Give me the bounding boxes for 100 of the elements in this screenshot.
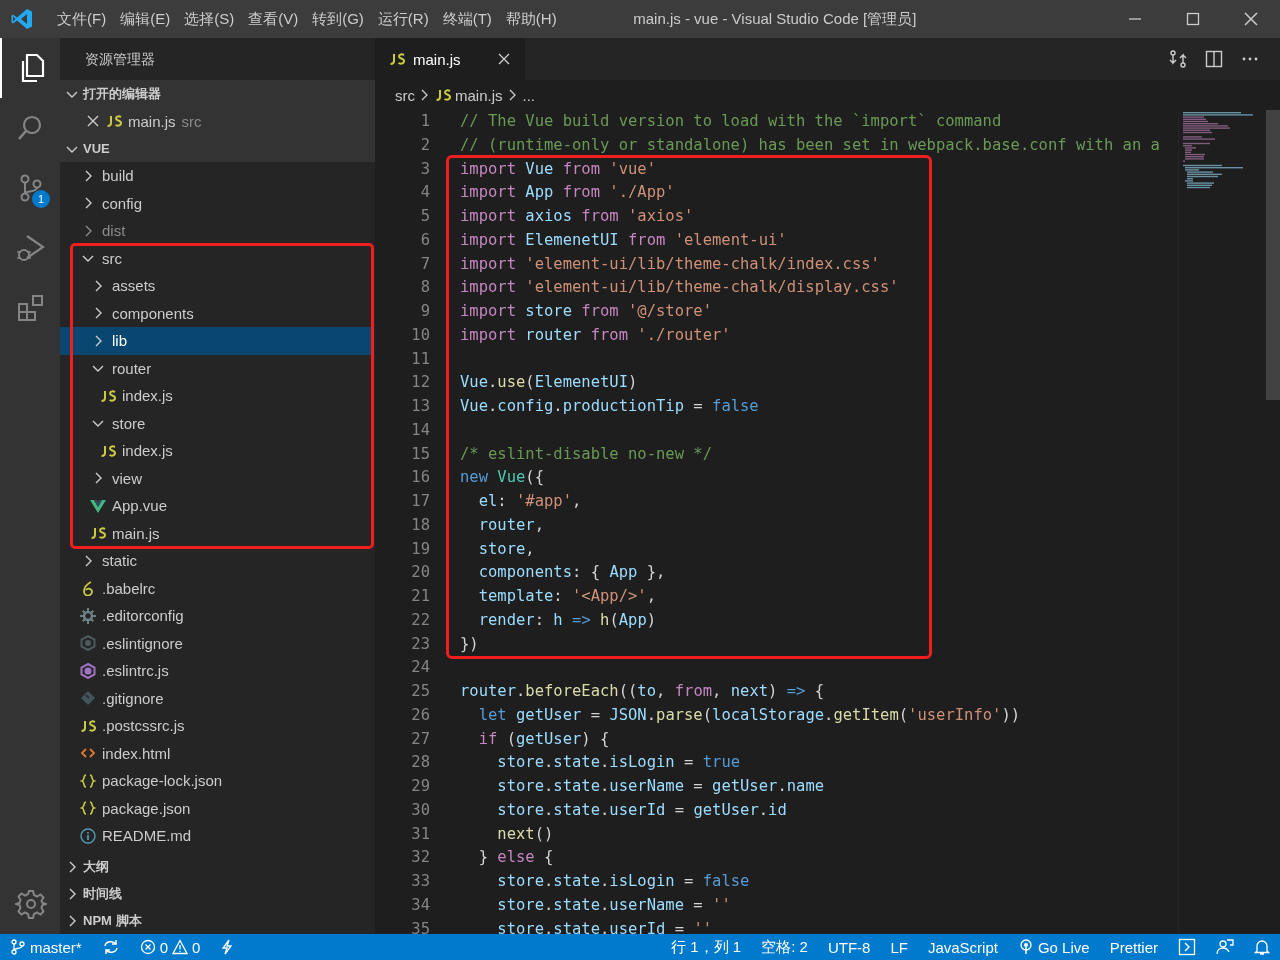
file-item[interactable]: .babelrc — [60, 574, 375, 602]
app-logo-icon — [10, 7, 34, 31]
line-number: 10 — [410, 324, 430, 346]
folder-item[interactable]: view — [60, 464, 372, 492]
code-line: Vue.config.productionTip = false — [460, 396, 759, 417]
line-number: 9 — [419, 301, 430, 322]
section-header[interactable]: 打开的编辑器 — [60, 80, 375, 107]
folder-item[interactable]: router — [60, 354, 372, 382]
editor-tab[interactable]: main.js — [375, 38, 525, 80]
file-item[interactable]: package-lock.json — [60, 767, 375, 795]
code-line: import App from './App' — [460, 182, 675, 204]
compare-changes-icon[interactable] — [1168, 49, 1188, 69]
activity-button[interactable]: 1 — [0, 158, 60, 218]
file-item[interactable]: main.js — [60, 519, 372, 547]
menu-item[interactable]: 转到(G) — [305, 9, 371, 29]
close-icon[interactable] — [1241, 10, 1261, 28]
go-live-button[interactable]: Go Live — [1017, 938, 1090, 956]
folder-item[interactable]: store — [60, 409, 372, 437]
encoding[interactable]: UTF-8 — [827, 938, 871, 956]
code-line: // (runtime-only or standalone) has been set in webpack.base.conf with an a — [460, 134, 1160, 156]
code-line: store.state.isLogin = true — [496, 752, 741, 774]
section-header[interactable]: 大纲 — [60, 853, 375, 880]
file-item[interactable]: .eslintrc.js — [60, 657, 375, 685]
line-number: 25 — [410, 681, 430, 702]
line-ending[interactable]: LF — [890, 938, 908, 956]
line-number: 17 — [410, 491, 430, 512]
js-file-icon — [80, 717, 96, 734]
indentation[interactable]: 空格: 2 — [761, 937, 808, 957]
scrollbar-thumb[interactable] — [1266, 110, 1280, 400]
folder-item[interactable]: assets — [60, 272, 372, 300]
file-item[interactable]: App.vue — [60, 492, 372, 520]
code-line: render: h => h(App) — [477, 609, 657, 631]
sync-icon[interactable] — [101, 939, 120, 955]
folder-item[interactable]: static — [60, 547, 375, 575]
code-line: import router from './router' — [460, 324, 731, 346]
section-header[interactable]: NPM 脚本 — [60, 907, 375, 934]
section-header[interactable]: 时间线 — [60, 880, 375, 907]
notifications-icon[interactable] — [1254, 938, 1270, 956]
breadcrumb-item[interactable]: main.js — [455, 86, 503, 104]
file-item[interactable]: index.js — [60, 437, 372, 465]
file-item[interactable]: .eslintignore — [60, 629, 375, 657]
folder-item[interactable]: dist — [60, 217, 375, 245]
menu-item[interactable]: 终端(T) — [435, 9, 499, 29]
code-line: store.state.userName = getUser.name — [496, 776, 825, 797]
terminal-icon[interactable] — [1178, 938, 1196, 956]
file-item[interactable]: .editorconfig — [60, 602, 375, 630]
sidebar-title: 资源管理器 — [84, 50, 156, 69]
folder-item[interactable]: build — [60, 162, 375, 190]
file-item[interactable]: README.md — [60, 822, 375, 850]
file-item[interactable]: .gitignore — [60, 684, 375, 712]
menu-item[interactable]: 查看(V) — [241, 9, 306, 29]
info-icon — [80, 827, 96, 844]
warning-icon — [172, 939, 189, 955]
split-editor-icon[interactable] — [1204, 49, 1224, 69]
problems-indicator[interactable]: 0 0 — [139, 938, 201, 956]
branch-indicator[interactable]: master* — [10, 938, 82, 956]
line-number: 35 — [410, 918, 430, 934]
feedback-icon[interactable] — [1216, 938, 1234, 956]
open-editor-item[interactable]: main.js src — [60, 107, 375, 135]
code-line: store.state.isLogin = false — [496, 871, 750, 892]
breadcrumb-item[interactable]: ... — [522, 86, 536, 104]
lightning-icon[interactable] — [220, 939, 235, 955]
braces-icon — [80, 800, 96, 817]
menu-item[interactable]: 选择(S) — [177, 9, 242, 29]
file-item[interactable]: .postcssrc.js — [60, 712, 375, 740]
breadcrumb-item[interactable]: src — [395, 86, 415, 104]
folder-item[interactable]: lib — [60, 327, 372, 355]
line-number: 27 — [410, 728, 430, 750]
cursor-position[interactable]: 行 1，列 1 — [671, 937, 742, 957]
folder-item[interactable]: components — [60, 299, 372, 327]
notification-badge: 1 — [32, 190, 50, 208]
close-icon[interactable] — [86, 114, 100, 128]
menu-item[interactable]: 编辑(E) — [113, 9, 178, 29]
formatter-status[interactable]: Prettier — [1109, 938, 1158, 956]
code-line: store.state.userId = getUser.id — [496, 799, 787, 821]
file-item[interactable]: index.html — [60, 739, 375, 767]
code-line: }) — [460, 633, 479, 655]
menu-item[interactable]: 运行(R) — [370, 9, 436, 29]
line-number: 4 — [419, 182, 430, 204]
diamond-icon — [80, 690, 96, 707]
section-header[interactable]: VUE — [60, 135, 375, 162]
run-debug-icon — [15, 232, 47, 264]
menu-item[interactable]: 帮助(H) — [498, 9, 564, 29]
js-file-icon — [100, 387, 116, 404]
folder-item[interactable]: config — [60, 189, 375, 217]
code-line: Vue.use(ElemenetUI) — [460, 372, 638, 394]
line-number: 32 — [410, 847, 430, 869]
line-number: 15 — [410, 443, 430, 465]
line-number: 24 — [410, 657, 430, 679]
babel-file-icon — [80, 580, 96, 597]
folder-item[interactable]: src — [60, 244, 372, 272]
code-line: import 'element-ui/lib/theme-chalk/index.css' — [460, 253, 880, 275]
line-number: 12 — [410, 372, 430, 394]
menu-item[interactable]: 文件(F) — [50, 9, 114, 29]
language-mode[interactable]: JavaScript — [927, 938, 998, 956]
file-item[interactable]: package.json — [60, 794, 375, 822]
file-item[interactable]: index.js — [60, 382, 372, 410]
close-icon[interactable] — [497, 52, 511, 66]
code-line: router, — [477, 514, 544, 536]
code-line: store, — [477, 538, 535, 560]
